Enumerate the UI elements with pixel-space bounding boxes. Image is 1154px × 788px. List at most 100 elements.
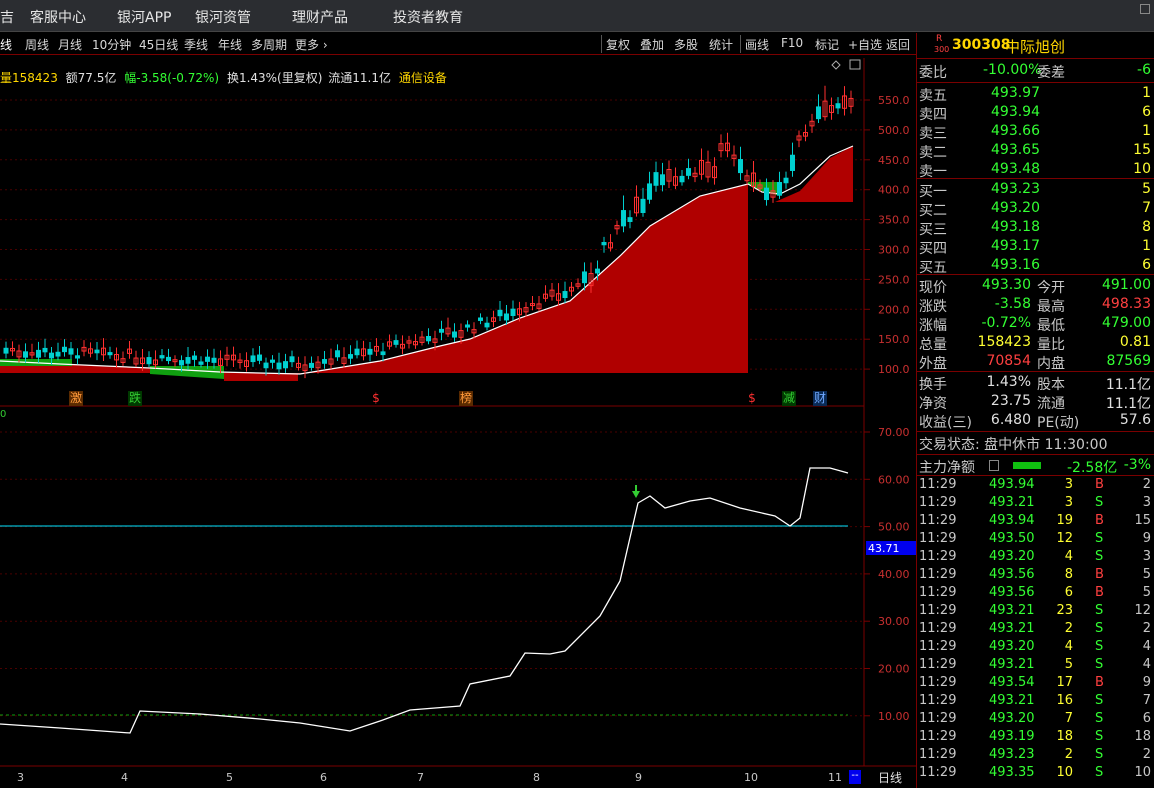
tag-money-2[interactable]: $ xyxy=(745,391,759,406)
period-label[interactable]: 日线 xyxy=(878,769,902,786)
weidiff-value: -6 xyxy=(1137,62,1151,78)
menu-item-service[interactable]: 客服中心 xyxy=(30,7,86,27)
quote-value: 158423 xyxy=(977,334,1031,350)
bid-price: 493.20 xyxy=(991,200,1040,216)
tag-list[interactable]: 榜 xyxy=(459,391,473,406)
tick-row: 11:29 493.21 23 S 12 xyxy=(919,603,1153,621)
ask-price: 493.48 xyxy=(991,161,1040,177)
tick-volume: 16 xyxy=(1056,693,1073,708)
tab-multi-period[interactable]: 多周期 xyxy=(251,36,287,53)
candle-body xyxy=(426,336,431,342)
menu-item-partial[interactable]: 吉 xyxy=(0,7,14,27)
weibi-pct: -10.00% xyxy=(983,62,1042,78)
mainforce-value: -2.58亿 xyxy=(1067,460,1118,476)
draw-line-button[interactable]: 画线 xyxy=(745,36,769,53)
date-tick: 7 xyxy=(417,771,424,784)
tick-price: 493.23 xyxy=(989,747,1035,762)
add-watchlist-button[interactable]: +自选 xyxy=(848,36,882,53)
tick-row: 11:29 493.56 8 B 5 xyxy=(919,567,1153,585)
candle-body xyxy=(601,242,607,246)
tick-count: 9 xyxy=(1142,675,1151,690)
tick-side: B xyxy=(1095,477,1104,492)
window-control-icon[interactable] xyxy=(1140,4,1150,14)
menu-item-app[interactable]: 银河APP xyxy=(117,7,171,27)
tick-volume: 4 xyxy=(1064,549,1073,564)
tick-row: 11:29 493.23 2 S 2 xyxy=(919,747,1153,765)
candle-body xyxy=(276,362,282,370)
ask-label: 卖五 xyxy=(919,88,947,104)
tick-side: S xyxy=(1095,549,1104,564)
restore-rights-button[interactable]: 复权 xyxy=(606,36,630,53)
menu-item-education[interactable]: 投资者教育 xyxy=(393,7,463,27)
tick-count: 10 xyxy=(1134,765,1151,780)
tag-drop[interactable]: 跌 xyxy=(128,391,142,406)
stat-row: 收益(三) 6.480 PE(动) 57.6 xyxy=(919,412,1153,431)
tick-time: 11:29 xyxy=(919,477,957,492)
tab-more[interactable]: 更多 › xyxy=(295,36,328,53)
menu-item-asset-mgmt[interactable]: 银河资管 xyxy=(195,7,251,27)
tick-time: 11:29 xyxy=(919,513,957,528)
tick-count: 9 xyxy=(1142,531,1151,546)
tick-volume: 19 xyxy=(1056,513,1073,528)
candle-body xyxy=(270,359,275,363)
candle-body xyxy=(653,172,659,186)
tick-side: S xyxy=(1095,747,1104,762)
tag-finance[interactable]: 财 xyxy=(813,391,827,406)
tick-price: 493.21 xyxy=(989,603,1035,618)
tick-price: 493.20 xyxy=(989,711,1035,726)
tab-weekly[interactable]: 周线 xyxy=(25,36,49,53)
menu-icon[interactable] xyxy=(989,460,999,471)
overlay-button[interactable]: 叠加 xyxy=(640,36,664,53)
statistics-button[interactable]: 统计 xyxy=(709,36,733,53)
tab-quarter[interactable]: 季线 xyxy=(184,36,208,53)
tick-volume: 10 xyxy=(1056,765,1073,780)
tick-side: S xyxy=(1095,693,1104,708)
ask-volume: 10 xyxy=(1133,161,1151,177)
kline-chart[interactable]: 550.0 500.0 450.0 400.0 350.0 300.0 250.0 200.0… xyxy=(0,56,916,788)
tag-money-1[interactable]: $ xyxy=(369,391,383,406)
back-button[interactable]: 返回 xyxy=(886,36,910,53)
tick-price: 493.21 xyxy=(989,495,1035,510)
down-arrow-icon xyxy=(632,485,640,498)
bid-volume: 7 xyxy=(1142,200,1151,216)
tick-price: 493.50 xyxy=(989,531,1035,546)
ask-volume: 1 xyxy=(1142,85,1151,101)
stat-label: 收益(三) xyxy=(919,415,972,431)
tab-year[interactable]: 年线 xyxy=(218,36,242,53)
multi-stock-button[interactable]: 多股 xyxy=(674,36,698,53)
tag-surge[interactable]: 激 xyxy=(69,391,83,406)
indicator-grid xyxy=(0,431,864,717)
candle-body xyxy=(835,103,841,109)
candle-body xyxy=(49,352,54,359)
tick-volume: 3 xyxy=(1064,495,1073,510)
stat-label: 流通 xyxy=(1037,396,1065,412)
candle-body xyxy=(582,271,587,284)
candle-body xyxy=(263,362,269,369)
quote-value: 0.81 xyxy=(1119,334,1151,350)
tab-10min[interactable]: 10分钟 xyxy=(92,36,131,53)
tick-volume: 17 xyxy=(1056,675,1073,690)
tick-volume: 23 xyxy=(1056,603,1073,618)
candle-body xyxy=(686,168,691,176)
quote-row: 总量 158423 量比 0.81 xyxy=(919,334,1153,353)
menu-item-wealth[interactable]: 理财产品 xyxy=(292,7,348,27)
candle-body xyxy=(36,349,41,358)
price-axis-label: 300.0 xyxy=(878,244,910,257)
scroll-button[interactable]: -- xyxy=(849,770,861,784)
f10-button[interactable]: F10 xyxy=(781,36,803,50)
stat-label: 股本 xyxy=(1037,377,1065,393)
tick-volume: 5 xyxy=(1064,657,1073,672)
tab-daily[interactable]: 线 xyxy=(0,36,12,53)
tab-45day[interactable]: 45日线 xyxy=(139,36,178,53)
tag-reduce[interactable]: 减 xyxy=(782,391,796,406)
tick-row: 11:29 493.20 4 S 3 xyxy=(919,549,1153,567)
candle-body xyxy=(484,322,490,328)
mark-button[interactable]: 标记 xyxy=(815,36,839,53)
quote-label: 涨幅 xyxy=(919,318,947,334)
ask-price: 493.66 xyxy=(991,123,1040,139)
candle-body xyxy=(783,177,789,184)
candle-body xyxy=(764,187,769,201)
tab-monthly[interactable]: 月线 xyxy=(58,36,82,53)
tick-volume: 2 xyxy=(1064,747,1073,762)
tick-row: 11:29 493.20 7 S 6 xyxy=(919,711,1153,729)
